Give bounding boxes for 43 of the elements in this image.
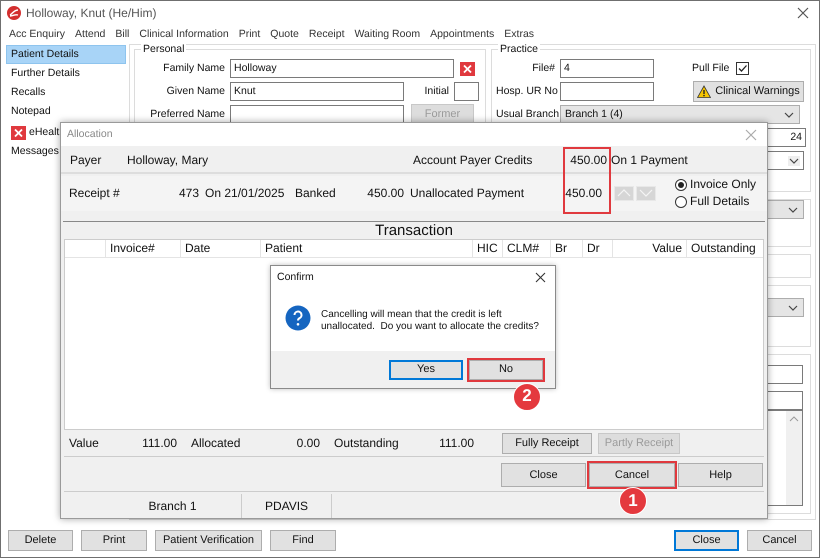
step-number: 2: [513, 382, 541, 410]
amount-text: 450.00: [569, 153, 607, 168]
column-header: Value: [612, 240, 686, 257]
amount-text: 111.00: [141, 436, 177, 450]
column-header: Invoice#: [105, 240, 180, 257]
status-text: Branch 1: [148, 499, 197, 514]
field-label: Family Name: [162, 62, 225, 75]
column-header: CLM#: [502, 240, 550, 257]
field-label: Initial: [423, 85, 449, 98]
amount-text: 450.00: [366, 186, 404, 200]
window-title: Holloway, Knut (He/Him): [26, 6, 156, 20]
amount-text: 450.00: [564, 186, 602, 200]
step-number: 1: [619, 487, 647, 516]
field-label: Account Payer Credits: [413, 153, 534, 168]
field-label: Value: [69, 436, 100, 450]
field-label: Given Name: [166, 85, 225, 98]
amount-text: 111.00: [438, 436, 474, 450]
field-label: Hosp. UR No: [496, 85, 555, 98]
field-label: Allocated: [191, 436, 242, 450]
field-label: Payer: [70, 153, 102, 168]
amount-text: 0.00: [296, 436, 320, 450]
field-label: Receipt #: [69, 186, 121, 200]
date-text: On 21/01/2025: [205, 186, 286, 200]
column-header: Dr: [582, 240, 612, 257]
dialog-title: Allocation: [67, 128, 113, 141]
field-label: File#: [531, 62, 555, 75]
message-text: Cancelling will mean that the credit is left unallocated. Do you want to allocate the credits?: [321, 308, 540, 334]
column-header: Date: [180, 240, 260, 257]
column-header: Br: [550, 240, 582, 257]
status-text: Banked: [295, 186, 337, 200]
column-header: Patient: [260, 240, 472, 257]
field-label: Outstanding: [334, 436, 400, 450]
receipt-number: 473: [178, 186, 199, 200]
section-title: Transaction: [374, 222, 454, 239]
field-label: On 1 Payment: [611, 153, 688, 168]
column-header: HIC: [472, 240, 502, 257]
payer-name: Holloway, Mary: [127, 153, 210, 168]
field-label: Preferred Name: [149, 108, 225, 121]
status-text: PDAVIS: [264, 499, 308, 514]
dialog-title: Confirm: [277, 271, 314, 284]
field-label: Pull File: [692, 62, 730, 75]
column-header: Outstanding: [686, 240, 763, 257]
field-label: Unallocated Payment: [410, 186, 526, 200]
